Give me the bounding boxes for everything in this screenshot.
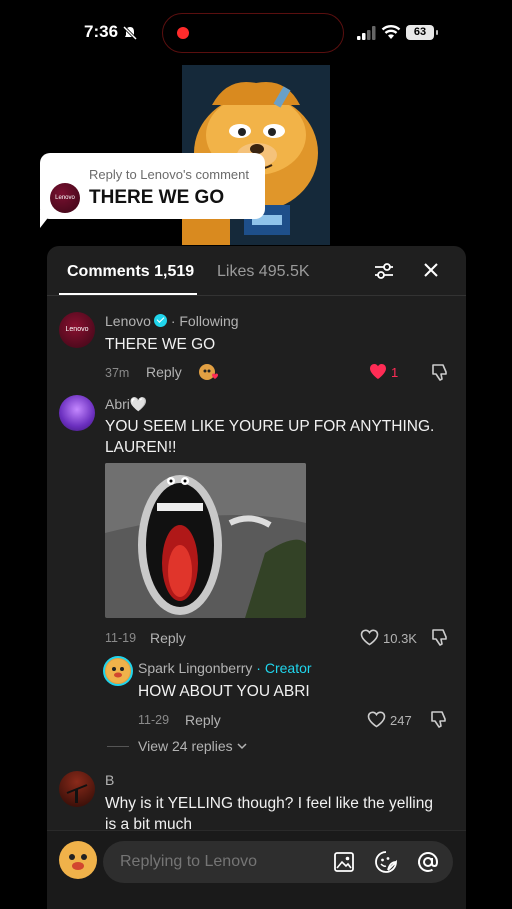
sticker-text: THERE WE GO: [89, 187, 225, 208]
mention-at-icon[interactable]: [416, 850, 440, 874]
battery-indicator: 63: [406, 25, 438, 40]
comment-text-line: Why is it YELLING though? I feel like th…: [105, 795, 433, 812]
my-avatar[interactable]: [59, 841, 97, 879]
lenovo-avatar: Lenovo: [50, 183, 80, 213]
username-text: Lenovo: [105, 313, 151, 329]
avatar-image: [66, 784, 88, 803]
dislike-icon[interactable]: [430, 627, 450, 647]
creator-label: · Creator: [256, 660, 312, 676]
avatar[interactable]: [103, 656, 133, 686]
reply-button[interactable]: Reply: [150, 630, 186, 646]
status-time: 7:36: [84, 22, 119, 41]
tab-comments[interactable]: Comments 1,519: [67, 263, 194, 281]
comment-text: YOU SEEM LIKE YOURE UP FOR ANYTHING. LAU…: [105, 416, 455, 458]
dynamic-island: [162, 13, 344, 53]
comment-input-bar: [47, 830, 466, 909]
following-label: · Following: [170, 313, 239, 329]
sticker-tail: [40, 210, 54, 228]
comment-text: Why is it YELLING though? I feel like th…: [105, 793, 460, 835]
view-replies-divider: [107, 746, 129, 747]
view-replies-button[interactable]: View 24 replies: [138, 738, 247, 754]
comment-time: 11-19: [105, 631, 137, 645]
screaming-face-image: [105, 463, 306, 618]
dislike-icon[interactable]: [429, 709, 449, 729]
comment-input[interactable]: [103, 841, 453, 883]
verified-badge-icon: [153, 314, 167, 327]
comments-panel: Comments 1,519 Likes 495.5K Lenovo Lenov…: [47, 246, 466, 909]
dislike-icon[interactable]: [430, 362, 450, 382]
my-avatar-image: [60, 842, 96, 878]
reply-text: HOW ABOUT YOU ABRI: [138, 683, 310, 700]
reply-username[interactable]: Spark Lingonberry · Creator: [138, 660, 312, 676]
view-replies-label: View 24 replies: [138, 738, 233, 754]
comment-text-line: YOU SEEM LIKE YOURE UP FOR ANYTHING.: [105, 418, 435, 435]
comment-gif-image[interactable]: [105, 463, 306, 618]
reply-time: 11-29: [138, 713, 170, 727]
bell-muted-icon: [122, 25, 138, 41]
tab-likes[interactable]: Likes 495.5K: [217, 263, 310, 281]
comment-time: 37m: [105, 366, 130, 380]
comment-text: THERE WE GO: [105, 336, 216, 353]
recording-indicator: [177, 27, 189, 39]
emoji-sticker-icon[interactable]: [374, 850, 398, 874]
like-count: 10.3K: [383, 631, 417, 646]
filter-sliders-icon[interactable]: [373, 260, 395, 282]
sticker-reply-to-label: Reply to Lenovo's comment: [89, 167, 250, 182]
heart-filled-icon[interactable]: [369, 363, 387, 380]
comment-username[interactable]: B: [105, 772, 114, 788]
comment-input-field[interactable]: [120, 853, 320, 871]
creator-liked-avatar-icon: [199, 364, 218, 380]
reply-sticker[interactable]: Lenovo Reply to Lenovo's comment THERE W…: [40, 153, 265, 219]
reply-button[interactable]: Reply: [146, 364, 182, 380]
chevron-down-icon: [237, 743, 247, 750]
heart-outline-icon[interactable]: [367, 711, 386, 728]
close-icon[interactable]: [421, 260, 441, 280]
avatar[interactable]: [59, 771, 95, 807]
avatar[interactable]: [59, 395, 95, 431]
username-text: Spark Lingonberry: [138, 660, 253, 676]
cellular-signal-icon: [357, 26, 376, 40]
heart-outline-icon[interactable]: [360, 629, 379, 646]
comment-username[interactable]: Abri🤍: [105, 396, 147, 413]
comment-username[interactable]: Lenovo · Following: [105, 313, 239, 329]
tab-divider: [47, 295, 466, 296]
like-count: 247: [390, 713, 412, 728]
creator-avatar-image: [106, 659, 130, 683]
reply-button[interactable]: Reply: [185, 712, 221, 728]
comment-text-line: LAUREN!!: [105, 439, 177, 456]
image-icon[interactable]: [333, 851, 355, 873]
avatar-label: Lenovo: [65, 326, 89, 333]
wifi-icon: [381, 25, 401, 39]
avatar[interactable]: Lenovo: [59, 312, 95, 348]
like-count: 1: [391, 365, 399, 380]
